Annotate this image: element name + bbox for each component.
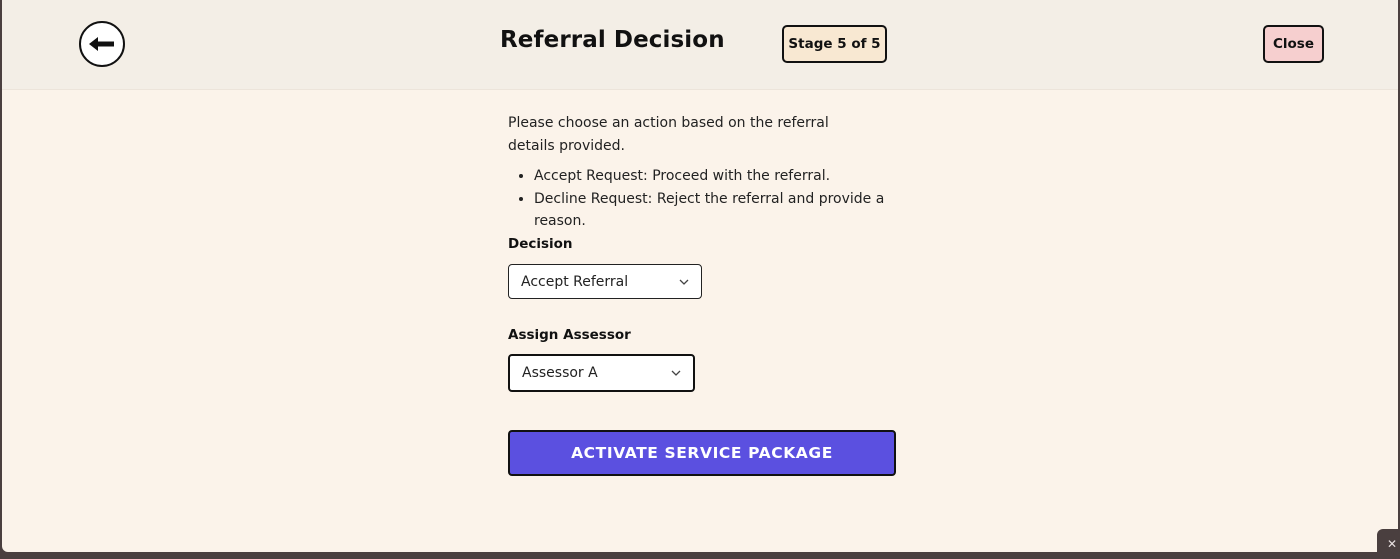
chevron-down-icon xyxy=(671,370,681,376)
close-button[interactable]: Close xyxy=(1263,25,1324,63)
decision-select-value: Accept Referral xyxy=(521,273,629,290)
activate-service-package-button[interactable]: ACTIVATE SERVICE PACKAGE xyxy=(508,430,896,476)
referral-decision-modal: Referral Decision Stage 5 of 5 Close Ple… xyxy=(2,0,1398,552)
close-icon: ✕ xyxy=(1386,537,1398,551)
modal-header: Referral Decision Stage 5 of 5 Close xyxy=(2,0,1398,90)
assessor-select[interactable]: Assessor A xyxy=(508,354,695,392)
option-accept-description: Accept Request: Proceed with the referra… xyxy=(534,165,908,188)
back-button[interactable] xyxy=(79,21,125,67)
instructions: Please choose an action based on the ref… xyxy=(508,112,908,233)
arrow-left-icon xyxy=(89,37,114,51)
decision-select[interactable]: Accept Referral xyxy=(508,264,702,299)
corner-close-button[interactable]: ✕ xyxy=(1377,529,1400,559)
instructions-intro: Please choose an action based on the ref… xyxy=(508,115,829,154)
decision-label: Decision xyxy=(508,236,573,252)
assessor-select-value: Assessor A xyxy=(522,365,598,381)
chevron-down-icon xyxy=(679,279,689,285)
instructions-options: Accept Request: Proceed with the referra… xyxy=(508,165,908,233)
option-decline-description: Decline Request: Reject the referral and… xyxy=(534,188,908,233)
page-title: Referral Decision xyxy=(500,27,725,53)
assign-assessor-label: Assign Assessor xyxy=(508,327,631,343)
stage-badge: Stage 5 of 5 xyxy=(782,25,887,63)
